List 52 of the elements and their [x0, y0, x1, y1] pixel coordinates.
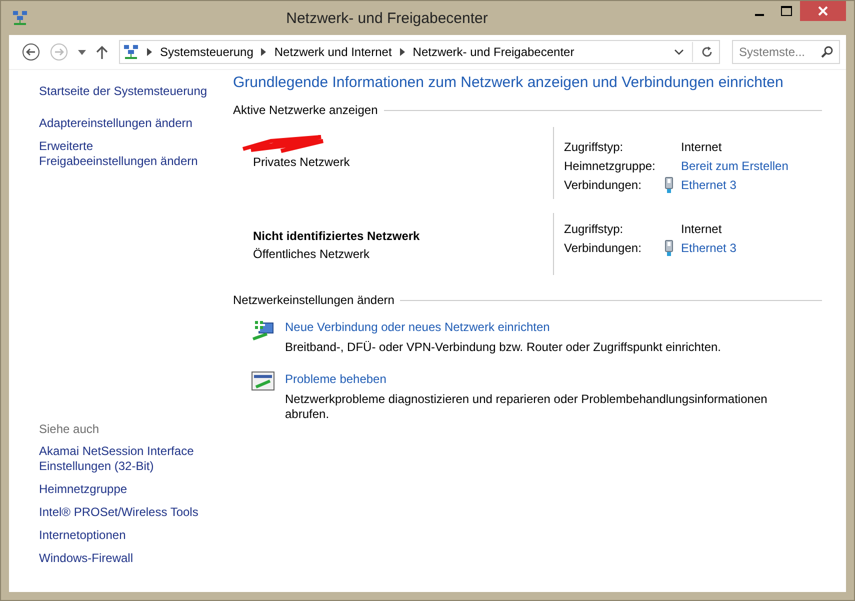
- see-also-link[interactable]: Akamai NetSession Interface Einstellungen (32-Bit): [39, 444, 214, 474]
- network-icon: [12, 10, 28, 26]
- breadcrumb[interactable]: Systemsteuerung: [160, 45, 254, 59]
- dropdown-icon[interactable]: [674, 49, 684, 55]
- task-link[interactable]: Probleme beheben: [285, 372, 785, 386]
- sidebar-link[interactable]: Erweiterte Freigabeeinstellungen ändern: [39, 139, 214, 169]
- property-label: Heimnetzgruppe:: [564, 158, 656, 172]
- ethernet-icon: [665, 176, 673, 192]
- chevron-icon: [400, 48, 405, 56]
- see-also-link[interactable]: Internetoptionen: [39, 528, 214, 543]
- maximize-icon: [781, 6, 792, 16]
- sidebar-link[interactable]: Startseite der Systemsteuerung: [39, 84, 214, 99]
- refresh-icon[interactable]: [701, 46, 713, 58]
- task-link[interactable]: Neue Verbindung oder neues Netzwerk einrichten: [285, 320, 785, 334]
- address-bar[interactable]: Systemsteuerung Netzwerk und Internet Netzwerk- und Freigabecenter: [119, 40, 720, 64]
- chevron-icon: [261, 48, 266, 56]
- troubleshoot-icon: [251, 371, 275, 391]
- property-value: Internet: [681, 140, 722, 154]
- task-description: Breitband-, DFÜ- oder VPN-Verbindung bzw. Router oder Zugriffspunkt einrichten.: [285, 340, 722, 355]
- property-label: Zugriffstyp:: [564, 222, 624, 236]
- page-heading: Grundlegende Informationen zum Netzwerk anzeigen und Verbindungen einrichten: [233, 74, 784, 91]
- property-link[interactable]: Ethernet 3: [681, 178, 736, 192]
- ethernet-icon: [665, 240, 673, 256]
- minimize-icon: [755, 14, 764, 16]
- sidebar-link[interactable]: Adaptereinstellungen ändern: [39, 116, 214, 131]
- section-heading: Netzwerkeinstellungen ändern: [233, 293, 394, 307]
- recent-dropdown-button[interactable]: [75, 50, 89, 54]
- network-name: Nicht identifiziertes Netzwerk: [253, 229, 421, 243]
- task-description: Netzwerkprobleme diagnostizieren und reparieren oder Problembehandlungsinformationen abrufen.: [285, 392, 768, 422]
- property-label: Zugriffstyp:: [564, 140, 624, 154]
- window-title: Netzwerk- und Freigabecenter: [285, 10, 489, 26]
- property-link[interactable]: Bereit zum Erstellen: [681, 158, 788, 172]
- close-icon: [818, 6, 828, 16]
- search-icon: [821, 46, 833, 58]
- property-label: Verbindungen:: [564, 178, 642, 192]
- see-also-link[interactable]: Heimnetzgruppe: [39, 482, 214, 497]
- new-connection-icon: [251, 319, 275, 341]
- chevron-icon: [147, 48, 152, 56]
- see-also-heading: Siehe auch: [39, 422, 100, 436]
- network-category: Privates Netzwerk: [253, 155, 351, 169]
- section-heading: Aktive Netzwerke anzeigen: [233, 103, 378, 117]
- search-field[interactable]: Systemste...: [732, 40, 840, 64]
- network-icon: [123, 44, 139, 60]
- see-also-link[interactable]: Intel® PROSet/Wireless Tools: [39, 505, 214, 520]
- property-value: Internet: [681, 222, 722, 236]
- breadcrumb[interactable]: Netzwerk- und Freigabecenter: [412, 45, 574, 59]
- property-label: Verbindungen:: [564, 240, 642, 254]
- property-link[interactable]: Ethernet 3: [681, 240, 736, 254]
- network-category: Öffentliches Netzwerk: [253, 247, 370, 261]
- see-also-link[interactable]: Windows-Firewall: [39, 551, 214, 566]
- breadcrumb[interactable]: Netzwerk und Internet: [274, 45, 392, 59]
- close-button[interactable]: [800, 1, 846, 21]
